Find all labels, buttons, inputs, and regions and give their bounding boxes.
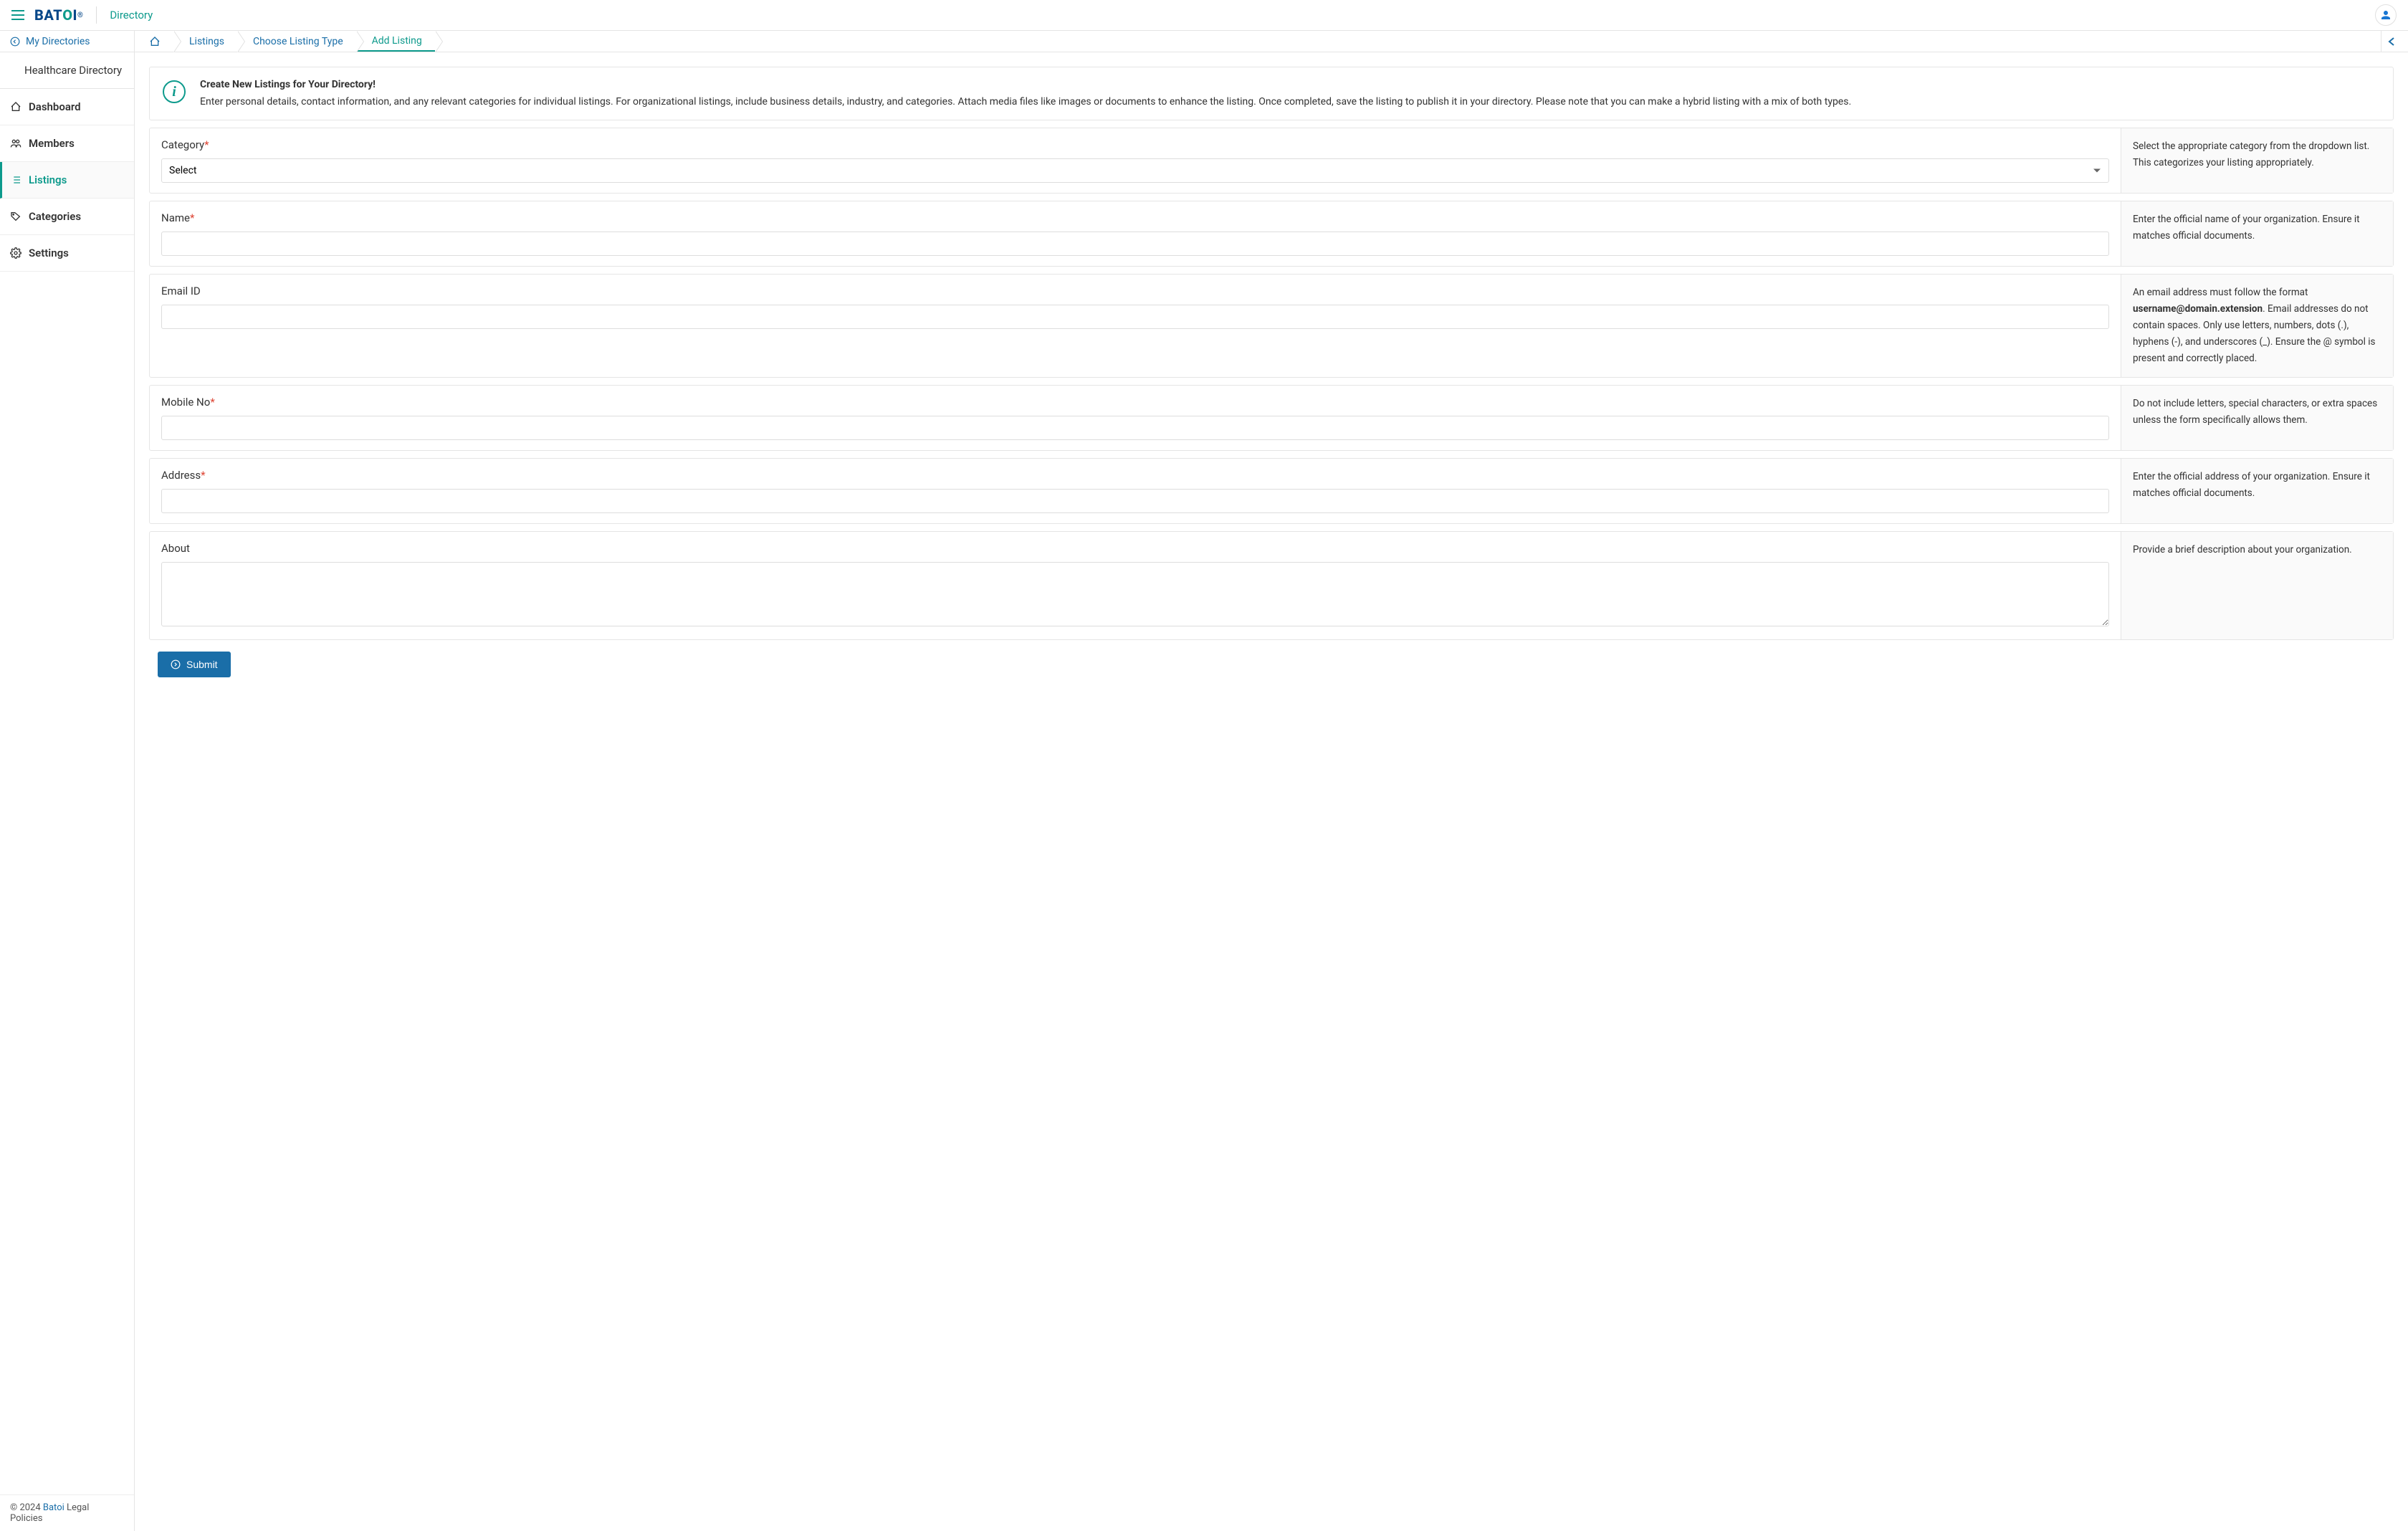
form-row-mobile: Mobile No* Do not include letters, speci… (149, 385, 2394, 451)
category-label: Category* (161, 138, 2109, 151)
sidebar-item-listings[interactable]: Listings (0, 162, 134, 199)
home-icon (10, 101, 22, 113)
about-textarea[interactable] (161, 562, 2109, 626)
info-body: Enter personal details, contact informat… (200, 95, 1851, 110)
email-input[interactable] (161, 305, 2109, 329)
user-icon (2379, 9, 2392, 22)
back-label: My Directories (26, 36, 90, 47)
sidebar: My Directories Healthcare Directory Dash… (0, 31, 135, 1531)
name-input[interactable] (161, 232, 2109, 256)
header-left: BATOI® Directory (11, 6, 153, 24)
mobile-label: Mobile No* (161, 396, 2109, 409)
address-help: Enter the official address of your organ… (2121, 459, 2393, 523)
breadcrumb-label: Add Listing (372, 35, 422, 47)
breadcrumb: Listings Choose Listing Type Add Listing (142, 31, 435, 52)
user-avatar[interactable] (2375, 4, 2397, 26)
logo-leaf-icon: O (62, 6, 72, 24)
sidebar-item-members[interactable]: Members (0, 125, 134, 162)
breadcrumb-listings[interactable]: Listings (173, 31, 237, 52)
content: i Create New Listings for Your Directory… (135, 52, 2408, 706)
breadcrumb-label: Choose Listing Type (253, 36, 343, 47)
breadcrumb-choose-type[interactable]: Choose Listing Type (237, 31, 356, 52)
breadcrumb-add-listing[interactable]: Add Listing (356, 31, 435, 52)
info-banner: i Create New Listings for Your Directory… (149, 67, 2394, 120)
form-row-name: Name* Enter the official name of your or… (149, 201, 2394, 267)
app-title[interactable]: Directory (110, 9, 153, 22)
email-help: An email address must follow the format … (2121, 275, 2393, 377)
main: Listings Choose Listing Type Add Listing… (135, 31, 2408, 1531)
name-help: Enter the official name of your organiza… (2121, 201, 2393, 266)
mobile-help: Do not include letters, special characte… (2121, 386, 2393, 450)
email-label: Email ID (161, 285, 2109, 297)
brand-logo[interactable]: BATOI® (34, 6, 83, 24)
category-select[interactable]: Select (161, 158, 2109, 183)
sidebar-item-label: Members (29, 137, 75, 150)
submit-label: Submit (186, 659, 218, 670)
back-arrow-icon (10, 37, 20, 47)
list-icon (10, 174, 22, 186)
info-text: Create New Listings for Your Directory! … (200, 77, 1851, 110)
sidebar-item-label: Dashboard (29, 100, 81, 113)
sidebar-item-label: Settings (29, 247, 69, 259)
info-title: Create New Listings for Your Directory! (200, 77, 1851, 92)
hamburger-icon[interactable] (11, 10, 24, 20)
home-icon (149, 36, 161, 47)
breadcrumb-home[interactable] (142, 31, 173, 52)
about-label: About (161, 542, 2109, 555)
form-row-email: Email ID An email address must follow th… (149, 274, 2394, 378)
footer: © 2024 Batoi Legal Policies (0, 1494, 134, 1531)
about-help: Provide a brief description about your o… (2121, 532, 2393, 639)
address-input[interactable] (161, 489, 2109, 513)
submit-button[interactable]: Submit (158, 652, 231, 677)
breadcrumb-label: Listings (189, 36, 224, 47)
logo-reg: ® (77, 11, 83, 19)
sidebar-item-settings[interactable]: Settings (0, 235, 134, 272)
breadcrumb-bar: Listings Choose Listing Type Add Listing (135, 31, 2408, 52)
tags-icon (10, 211, 22, 222)
chevron-left-icon (2388, 37, 2395, 46)
gear-icon (10, 247, 22, 259)
footer-copyright: © 2024 (10, 1502, 43, 1513)
arrow-right-circle-icon (171, 659, 181, 669)
form-row-category: Category* Select Select the appropriate … (149, 128, 2394, 194)
top-header: BATOI® Directory (0, 0, 2408, 31)
sidebar-item-categories[interactable]: Categories (0, 199, 134, 235)
category-help: Select the appropriate category from the… (2121, 128, 2393, 193)
sidebar-item-label: Categories (29, 210, 81, 223)
sidebar-item-dashboard[interactable]: Dashboard (0, 89, 134, 125)
name-label: Name* (161, 211, 2109, 224)
collapse-panel-button[interactable] (2381, 31, 2401, 52)
info-icon: i (163, 80, 186, 103)
back-my-directories[interactable]: My Directories (0, 31, 134, 52)
directory-name: Healthcare Directory (0, 52, 134, 89)
logo-text-1: BAT (34, 6, 62, 24)
mobile-input[interactable] (161, 416, 2109, 440)
sidebar-item-label: Listings (29, 173, 67, 186)
form-row-address: Address* Enter the official address of y… (149, 458, 2394, 524)
footer-brand-link[interactable]: Batoi (43, 1502, 64, 1513)
users-icon (10, 138, 22, 149)
address-label: Address* (161, 469, 2109, 482)
form-row-about: About Provide a brief description about … (149, 531, 2394, 640)
header-divider (96, 6, 97, 24)
